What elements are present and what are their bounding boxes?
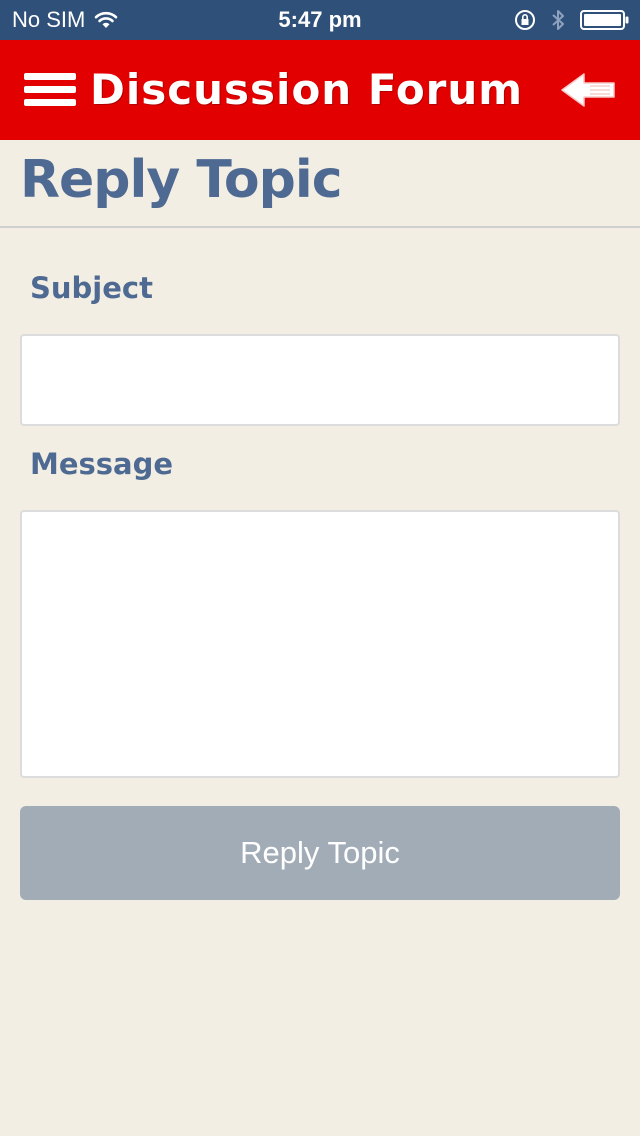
message-input[interactable] — [20, 510, 620, 778]
title-divider — [0, 226, 640, 228]
page-title: Reply Topic — [20, 150, 343, 210]
header-title: Discussion Forum — [90, 65, 524, 114]
app-header: Discussion Forum — [0, 40, 640, 140]
status-bar: No SIM 5:47 pm — [0, 0, 640, 40]
battery-icon — [580, 10, 629, 30]
orientation-lock-icon — [515, 10, 535, 30]
back-arrow-icon[interactable] — [560, 70, 616, 110]
subject-label: Subject — [30, 271, 153, 305]
reply-topic-button[interactable]: Reply Topic — [20, 806, 620, 900]
subject-input[interactable] — [20, 334, 620, 426]
bluetooth-icon — [552, 10, 564, 30]
message-label: Message — [30, 447, 174, 481]
status-right — [514, 8, 630, 32]
menu-icon[interactable] — [22, 70, 78, 110]
